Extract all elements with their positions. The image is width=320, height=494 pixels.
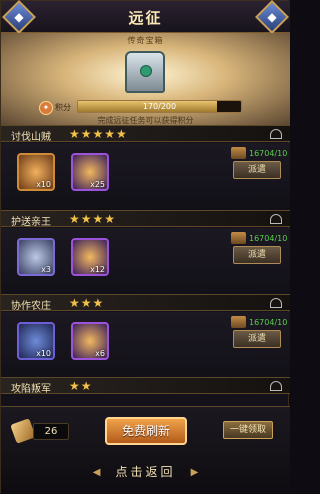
header-bar: ◆ 远征 ◆: [1, 0, 290, 34]
item-count: x25: [90, 180, 105, 189]
item-count: x10: [36, 349, 51, 358]
feather-count: 26: [33, 423, 69, 440]
silver-emblem-icon[interactable]: x3: [17, 238, 55, 276]
troop-count: 16704/10: [249, 318, 288, 327]
item-count: x12: [90, 265, 105, 274]
reward-banner: 传奇宝箱 ✦ 积分 170/200 完成远征任务可以获得积分: [1, 33, 290, 125]
diamond-icon: ◆: [267, 10, 277, 24]
item-count: x10: [36, 180, 51, 189]
mission-header: 讨伐山贼 ★★★★★: [1, 125, 290, 143]
mission-card: 讨伐山贼 ★★★★★ x10 x25 16704/10 派遣: [1, 125, 290, 210]
mission-header: 协作农庄 ★★★: [1, 294, 290, 312]
back-button[interactable]: ◀ 点击返回 ▶: [1, 459, 290, 485]
lock-icon[interactable]: [270, 298, 282, 308]
dispatch-button[interactable]: 派遣: [233, 330, 281, 348]
points-label: 积分: [55, 103, 71, 112]
legendary-chest-icon[interactable]: [125, 51, 165, 93]
progress-text: 170/200: [142, 102, 177, 111]
mission-name: 协作农庄: [11, 301, 51, 312]
page-title: 远征: [128, 9, 163, 27]
mission-header: 攻陷叛军 ★★: [1, 377, 290, 395]
star-rating: ★★★: [69, 296, 105, 310]
mission-body: x10 x6 16704/10 派遣: [1, 312, 290, 379]
points-icon: ✦: [39, 101, 53, 115]
mission-card: 攻陷叛军 ★★: [1, 377, 290, 397]
troop-icon: [231, 316, 246, 328]
mission-name: 攻陷叛军: [11, 384, 51, 395]
gold-scroll-icon[interactable]: x6: [71, 322, 109, 360]
expedition-panel: ◆ 远征 ◆ 传奇宝箱 ✦ 积分 170/200 完成远征任务可以获得积分 讨伐…: [0, 0, 290, 494]
mission-header: 护送亲王 ★★★★: [1, 210, 290, 228]
back-label: 点击返回: [115, 465, 176, 479]
troop-count: 16704/10: [249, 149, 288, 158]
troop-icon: [231, 147, 246, 159]
feather-icon: [10, 418, 36, 444]
mission-body: x3 x12 16704/10 派遣: [1, 228, 290, 295]
close-diamond-button[interactable]: ◆: [255, 0, 289, 34]
star-rating: ★★★★★: [69, 127, 128, 141]
mission-name: 护送亲王: [11, 217, 51, 228]
item-count: x6: [95, 349, 105, 358]
dispatch-button[interactable]: 派遣: [233, 161, 281, 179]
footer-panel: 26 免费刷新 一键领取 ◀ 点击返回 ▶: [1, 406, 290, 494]
arrow-left-icon: ◀: [92, 466, 101, 478]
lock-icon[interactable]: [270, 129, 282, 139]
arrow-right-icon: ▶: [190, 466, 199, 478]
mission-body: x10 x25 16704/10 派遣: [1, 143, 290, 210]
free-refresh-button[interactable]: 免费刷新: [105, 417, 187, 445]
orange-emblem-icon[interactable]: x10: [17, 153, 55, 191]
lock-icon[interactable]: [270, 381, 282, 391]
troop-count: 16704/10: [249, 234, 288, 243]
mission-card: 协作农庄 ★★★ x10 x6 16704/10 派遣: [1, 294, 290, 379]
points-progress-bar: 170/200: [77, 100, 242, 113]
mission-name: 讨伐山贼: [11, 132, 51, 143]
troop-icon: [231, 232, 246, 244]
dispatch-button[interactable]: 派遣: [233, 246, 281, 264]
chest-title: 传奇宝箱: [127, 36, 164, 45]
mission-card: 护送亲王 ★★★★ x3 x12 16704/10 派遣: [1, 210, 290, 295]
blue-emblem-icon[interactable]: x10: [17, 322, 55, 360]
gold-scroll-icon[interactable]: x25: [71, 153, 109, 191]
star-rating: ★★: [69, 379, 93, 393]
star-rating: ★★★★: [69, 212, 117, 226]
gold-scroll-icon[interactable]: x12: [71, 238, 109, 276]
lock-icon[interactable]: [270, 214, 282, 224]
claim-all-button[interactable]: 一键领取: [223, 421, 273, 439]
item-count: x3: [41, 265, 51, 274]
